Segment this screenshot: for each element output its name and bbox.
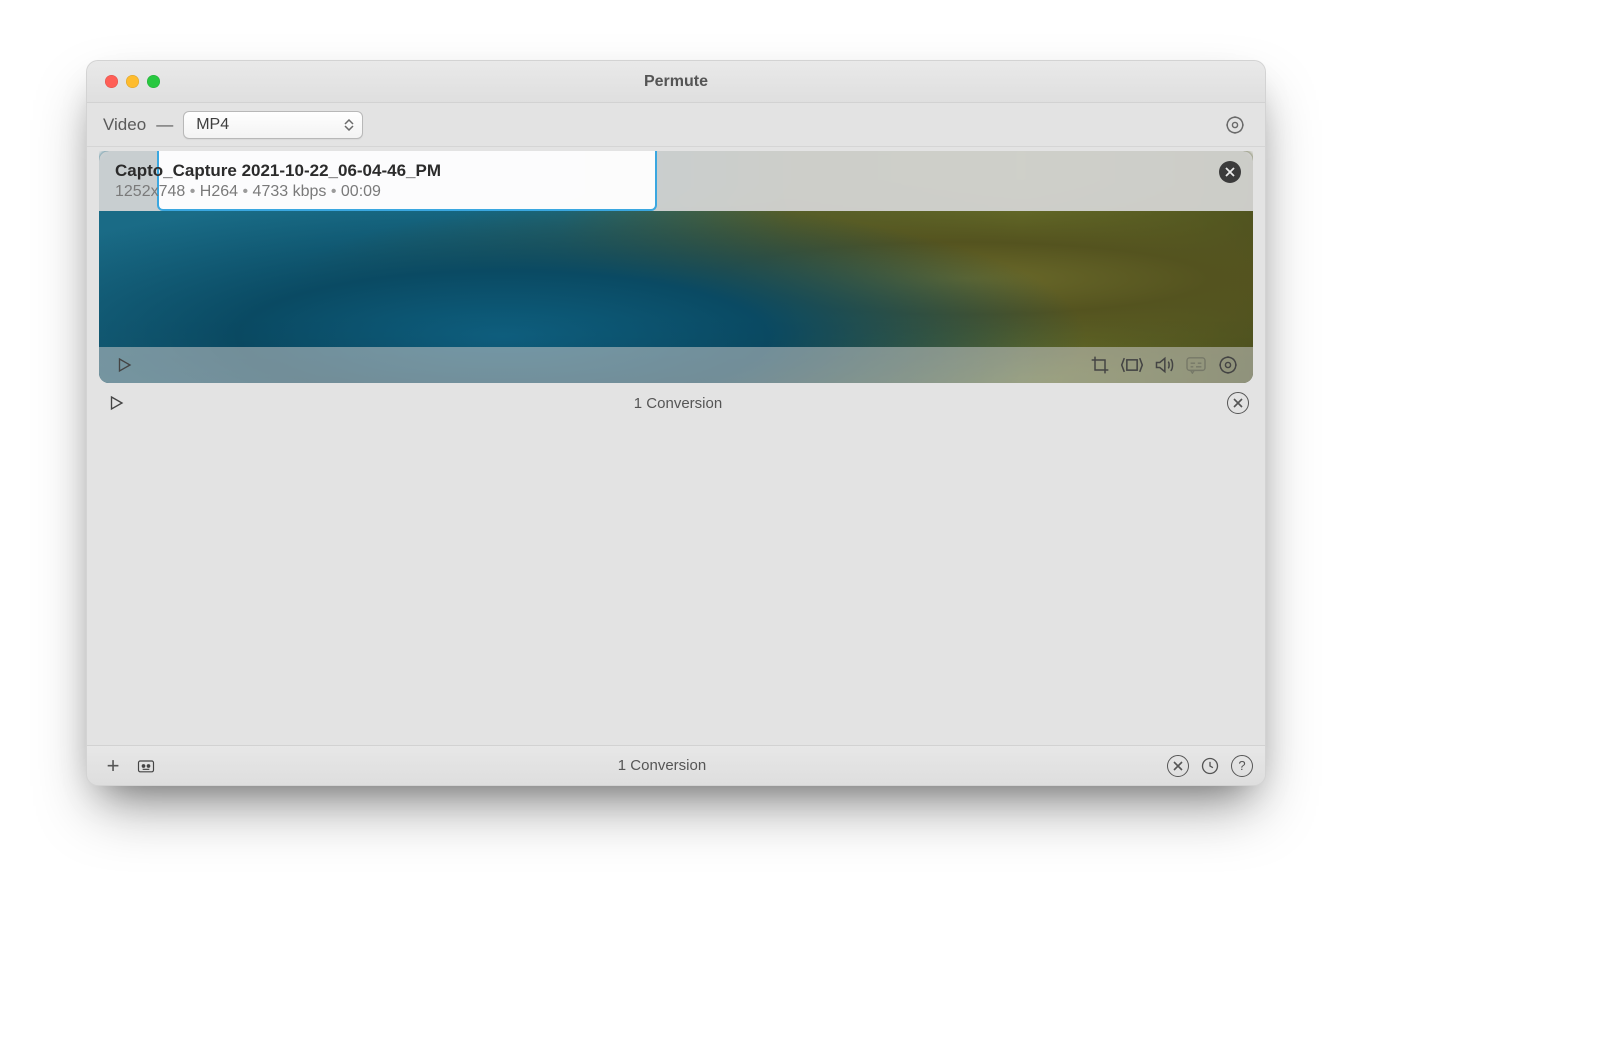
- clear-all-button[interactable]: [1167, 755, 1189, 777]
- item-settings-button[interactable]: [1215, 352, 1241, 378]
- help-button[interactable]: ?: [1231, 755, 1253, 777]
- app-window: Permute Video — MP4: [86, 60, 1266, 786]
- conversion-item[interactable]: Capto_Capture 2021-10-22_06-04-46_PM 125…: [99, 151, 1253, 383]
- preset-settings-button[interactable]: [1221, 111, 1249, 139]
- section-summary-bar: 1 Conversion: [87, 383, 1265, 423]
- category-label: Video: [103, 115, 146, 135]
- trim-button[interactable]: [1119, 352, 1145, 378]
- window-controls: [87, 75, 160, 88]
- item-bitrate: 4733 kbps: [243, 183, 327, 200]
- conversion-toolbar: Video — MP4: [87, 103, 1265, 147]
- play-preview-button[interactable]: [111, 352, 137, 378]
- footer-bar: + 1 Conversion ?: [87, 745, 1265, 785]
- robot-icon[interactable]: [135, 753, 157, 779]
- schedule-button[interactable]: [1199, 755, 1221, 777]
- footer-count-text: 1 Conversion: [165, 757, 1159, 774]
- zoom-window-button[interactable]: [147, 75, 160, 88]
- minimize-window-button[interactable]: [126, 75, 139, 88]
- output-format-value: MP4: [196, 116, 229, 134]
- titlebar: Permute: [87, 61, 1265, 103]
- stepper-icon: [344, 119, 354, 131]
- item-info-overlay: Capto_Capture 2021-10-22_06-04-46_PM 125…: [99, 151, 1253, 211]
- item-resolution: 1252x748: [115, 183, 185, 200]
- item-metadata: 1252x748 H264 4733 kbps 00:09: [115, 183, 1237, 201]
- crop-button[interactable]: [1087, 352, 1113, 378]
- dash-separator: —: [156, 115, 173, 135]
- window-title: Permute: [87, 73, 1265, 91]
- close-window-button[interactable]: [105, 75, 118, 88]
- output-format-select[interactable]: MP4: [183, 111, 363, 139]
- item-action-strip: [99, 347, 1253, 383]
- add-files-button[interactable]: +: [99, 753, 127, 779]
- audio-button[interactable]: [1151, 352, 1177, 378]
- clear-section-button[interactable]: [1227, 392, 1249, 414]
- start-section-button[interactable]: [103, 390, 129, 416]
- remove-item-button[interactable]: [1219, 161, 1241, 183]
- item-codec: H264: [190, 183, 238, 200]
- section-count-text: 1 Conversion: [129, 395, 1227, 412]
- embedded-window-preview: [157, 151, 657, 211]
- conversion-queue: Capto_Capture 2021-10-22_06-04-46_PM 125…: [87, 147, 1265, 745]
- subtitles-button[interactable]: [1183, 352, 1209, 378]
- item-duration: 00:09: [331, 183, 381, 200]
- item-filename: Capto_Capture 2021-10-22_06-04-46_PM: [115, 161, 1237, 181]
